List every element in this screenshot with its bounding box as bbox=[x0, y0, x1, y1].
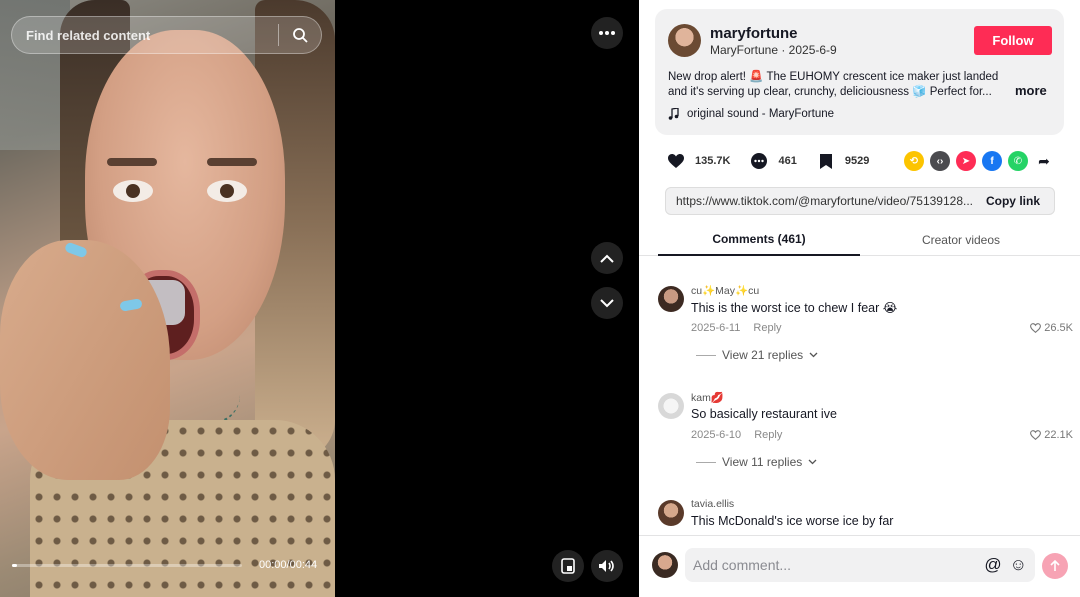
like-action[interactable]: 135.7K bbox=[665, 150, 730, 172]
commenter-avatar[interactable] bbox=[658, 393, 684, 419]
comment-text: This is the worst ice to chew I fear 😭 bbox=[691, 301, 898, 315]
search-button[interactable] bbox=[279, 17, 321, 53]
embed-icon[interactable]: ‹› bbox=[930, 151, 950, 171]
heart-outline-icon bbox=[1030, 323, 1042, 333]
commenter-avatar[interactable] bbox=[658, 500, 684, 526]
creator-avatar[interactable] bbox=[668, 24, 701, 57]
time-display: 00:00/00:44 bbox=[259, 559, 318, 571]
copy-link-button[interactable]: Copy link bbox=[986, 194, 1040, 208]
creator-username[interactable]: maryfortune bbox=[710, 25, 798, 42]
comment-icon bbox=[751, 153, 768, 169]
comment-like-button[interactable]: 22.1K bbox=[1030, 429, 1073, 441]
search-bar[interactable]: Find related content bbox=[11, 16, 322, 54]
heart-outline-icon bbox=[1030, 430, 1042, 440]
previous-video-button[interactable] bbox=[591, 242, 623, 274]
comment-item: kam💋 So basically restaurant ive 2025-6-… bbox=[658, 391, 1073, 491]
progress-fill bbox=[12, 564, 17, 567]
comment-list: cu✨May✨cu This is the worst ice to chew … bbox=[639, 257, 1080, 535]
heart-icon bbox=[668, 154, 684, 168]
comment-meta: 2025-6-11 Reply bbox=[691, 322, 782, 334]
picture-in-picture-button[interactable] bbox=[552, 550, 584, 582]
comment-like-button[interactable]: 26.5K bbox=[1030, 322, 1073, 334]
save-count: 9529 bbox=[844, 155, 870, 167]
panel-tabs: Comments (461) Creator videos bbox=[639, 224, 1080, 256]
video-info-card: maryfortune MaryFortune · 2025-6-9 Follo… bbox=[655, 9, 1064, 135]
brow-left bbox=[107, 158, 157, 166]
whatsapp-icon[interactable]: ✆ bbox=[1008, 151, 1028, 171]
sound-label: original sound - MaryFortune bbox=[687, 108, 835, 120]
ellipsis-icon bbox=[599, 31, 615, 35]
music-note-icon bbox=[668, 108, 679, 120]
side-panel: maryfortune MaryFortune · 2025-6-9 Follo… bbox=[639, 0, 1080, 597]
view-replies-label: View 11 replies bbox=[722, 455, 803, 469]
view-replies-button[interactable]: View 11 replies bbox=[696, 455, 817, 469]
commenter-username[interactable]: kam💋 bbox=[691, 391, 724, 404]
comment-date: 2025-6-11 bbox=[691, 322, 741, 334]
tab-comments[interactable]: Comments (461) bbox=[658, 224, 860, 256]
post-comment-button[interactable] bbox=[1042, 553, 1068, 579]
mention-icon[interactable]: @ bbox=[984, 555, 1001, 575]
view-replies-button[interactable]: View 21 replies bbox=[696, 348, 818, 362]
emoji-icon[interactable]: ☺ bbox=[1010, 555, 1027, 575]
video-caption: New drop alert! 🚨 The EUHOMY crescent ic… bbox=[668, 71, 999, 98]
commenter-username[interactable]: cu✨May✨cu bbox=[691, 284, 759, 297]
engagement-actions: 135.7K 461 9529 bbox=[665, 150, 887, 172]
search-input[interactable]: Find related content bbox=[26, 28, 278, 43]
video-player[interactable]: Find related content 00:00/00:44 bbox=[0, 0, 639, 597]
comment-meta: 2025-6-10 Reply bbox=[691, 429, 782, 441]
facebook-icon[interactable]: f bbox=[982, 151, 1002, 171]
next-video-button[interactable] bbox=[591, 287, 623, 319]
share-arrow-icon[interactable]: ➦ bbox=[1034, 151, 1054, 171]
progress-bar[interactable] bbox=[12, 564, 242, 567]
comment-action[interactable]: 461 bbox=[748, 150, 797, 172]
commenter-username[interactable]: tavia.ellis bbox=[691, 498, 734, 510]
reply-button[interactable]: Reply bbox=[753, 322, 781, 334]
volume-icon bbox=[599, 560, 614, 572]
like-count: 135.7K bbox=[695, 155, 731, 167]
replies-divider bbox=[696, 354, 716, 356]
pip-icon bbox=[561, 558, 575, 574]
current-user-avatar bbox=[652, 552, 678, 578]
reply-button[interactable]: Reply bbox=[754, 429, 782, 441]
tab-creator-videos[interactable]: Creator videos bbox=[860, 224, 1062, 256]
volume-button[interactable] bbox=[591, 550, 623, 582]
comment-text: This McDonald's ice worse ice by far bbox=[691, 514, 894, 528]
bookmark-icon bbox=[819, 153, 832, 169]
comment-input[interactable]: Add comment... @ ☺ bbox=[685, 548, 1035, 582]
comment-item: cu✨May✨cu This is the worst ice to chew … bbox=[658, 284, 1073, 384]
repost-icon[interactable]: ⟲ bbox=[904, 151, 924, 171]
sound-link[interactable]: original sound - MaryFortune bbox=[668, 108, 834, 120]
more-options-button[interactable] bbox=[591, 17, 623, 49]
commenter-avatar[interactable] bbox=[658, 286, 684, 312]
chevron-down-icon bbox=[809, 352, 818, 358]
chevron-down-icon bbox=[600, 298, 614, 307]
comment-placeholder: Add comment... bbox=[693, 557, 792, 573]
video-url: https://www.tiktok.com/@maryfortune/vide… bbox=[676, 194, 973, 208]
comment-item: tavia.ellis This McDonald's ice worse ic… bbox=[658, 498, 1073, 535]
comment-text: So basically restaurant ive bbox=[691, 407, 837, 421]
eye-right bbox=[207, 180, 247, 202]
video-frame[interactable] bbox=[0, 0, 335, 597]
hand bbox=[0, 240, 170, 480]
eye-left bbox=[113, 180, 153, 202]
view-replies-label: View 21 replies bbox=[722, 348, 804, 362]
chevron-up-icon bbox=[600, 254, 614, 263]
share-options: ⟲ ‹› ➤ f ✆ ➦ bbox=[904, 151, 1054, 171]
brow-right bbox=[207, 158, 257, 166]
replies-divider bbox=[696, 461, 716, 463]
chevron-down-icon bbox=[808, 459, 817, 465]
follow-button[interactable]: Follow bbox=[974, 26, 1052, 55]
comment-like-count: 26.5K bbox=[1044, 322, 1073, 334]
creator-subline: MaryFortune · 2025-6-9 bbox=[710, 43, 837, 57]
comment-date: 2025-6-10 bbox=[691, 429, 742, 441]
arrow-up-icon bbox=[1050, 560, 1060, 571]
caption-more-link[interactable]: more bbox=[1015, 83, 1047, 98]
comment-composer: Add comment... @ ☺ bbox=[639, 535, 1080, 597]
save-action[interactable]: 9529 bbox=[815, 150, 869, 172]
search-icon bbox=[293, 28, 308, 43]
send-to-friends-icon[interactable]: ➤ bbox=[956, 151, 976, 171]
comment-like-count: 22.1K bbox=[1044, 429, 1073, 441]
copy-link-box: https://www.tiktok.com/@maryfortune/vide… bbox=[665, 187, 1055, 215]
comment-count: 461 bbox=[778, 155, 797, 167]
